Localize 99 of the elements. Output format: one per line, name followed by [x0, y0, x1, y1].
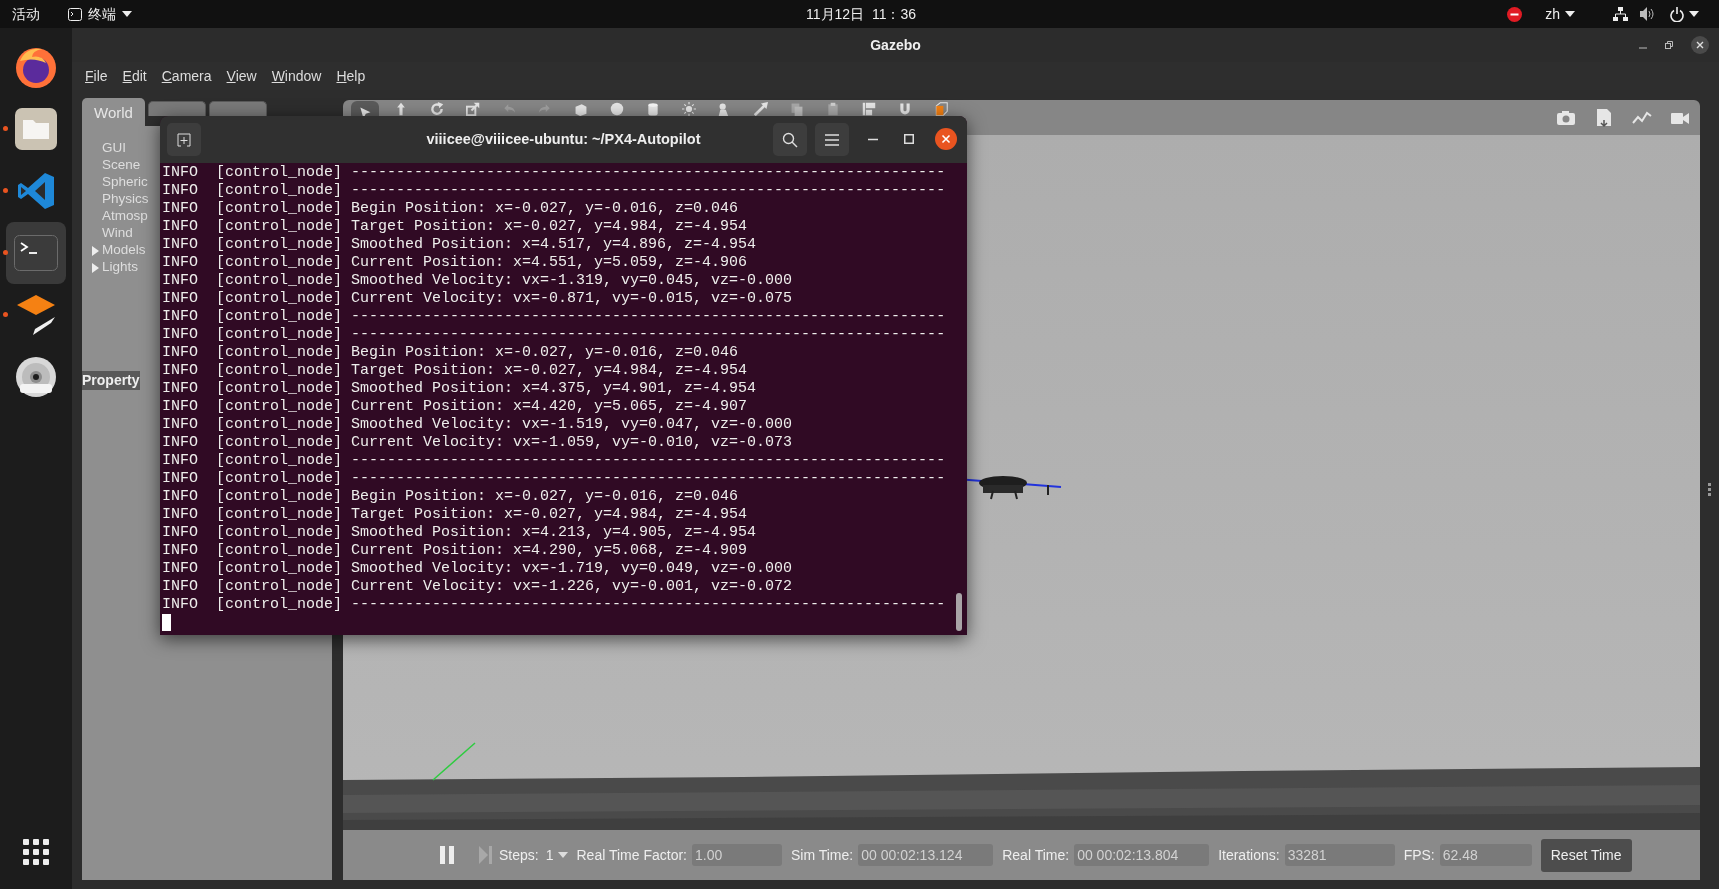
terminal-line: INFO [control_node] Current Position: x=4.290, y=5.068, z=-4.909 — [162, 542, 748, 560]
folder-icon — [15, 108, 57, 150]
reset-time-button[interactable]: Reset Time — [1540, 838, 1632, 872]
terminal-line: INFO [control_node] Current Position: x=4.420, y=5.065, z=-4.907 — [162, 398, 748, 416]
steps-label: Steps: — [499, 845, 539, 865]
property-header: Property — [82, 371, 140, 390]
do-not-disturb-icon[interactable] — [1507, 6, 1523, 22]
new-tab-icon — [177, 132, 191, 147]
restore-icon[interactable] — [1665, 41, 1673, 49]
activities-button[interactable]: 活动 — [12, 3, 40, 25]
terminal-line: INFO [control_node] Smoothed Position: x=4.213, y=4.905, z=-4.954 — [162, 524, 757, 542]
caret-icon — [1565, 11, 1575, 17]
terminal-line: INFO [control_node] Current Velocity: vx=-1.059, vy=-0.010, vz=-0.073 — [162, 434, 793, 452]
terminal-line: INFO [control_node] Current Velocity: vx=-1.226, vy=-0.001, vz=-0.072 — [162, 578, 793, 596]
menu-button[interactable] — [815, 123, 849, 156]
terminal-title: viiicee@viiicee-ubuntu: ~/PX4-Autopilot — [426, 129, 701, 149]
disc-icon — [15, 356, 57, 398]
panel-tab[interactable] — [208, 101, 267, 116]
terminal-line: INFO [control_node] Smoothed Velocity: vx=-1.319, vy=0.045, vz=-0.000 — [162, 272, 793, 290]
caret-icon — [122, 11, 132, 17]
caret-icon — [1689, 11, 1699, 17]
pause-icon[interactable] — [440, 846, 454, 864]
terminal-line: INFO [control_node] Target Position: x=-0.027, y=4.984, z=-4.954 — [162, 362, 748, 380]
terminal-line: INFO [control_node] Begin Position: x=-0.027, y=-0.016, z=0.046 — [162, 200, 739, 218]
align-icon — [862, 102, 876, 116]
terminal-line: INFO [control_node] Current Velocity: vx=-0.871, vy=-0.015, vz=-0.075 — [162, 290, 793, 308]
terminal-line: INFO [control_node] Target Position: x=-0.027, y=4.984, z=-4.954 — [162, 218, 748, 236]
expand-arrow-icon[interactable] — [92, 245, 99, 256]
terminal-line: INFO [control_node] ------------------------------------------------------------------ — [162, 470, 946, 488]
readout-label: FPS: — [1403, 845, 1435, 865]
readout-field: 1.00 — [692, 844, 782, 866]
menu-item[interactable]: Window — [271, 65, 322, 87]
terminal-line: INFO [control_node] ------------------------------------------------------------------ — [162, 326, 946, 344]
readout-label: Sim Time: — [791, 845, 854, 865]
terminal-icon — [68, 7, 82, 21]
paste-icon — [826, 102, 840, 116]
terminal-line: INFO [control_node] ------------------------------------------------------------------ — [162, 596, 946, 614]
panel-tab[interactable] — [147, 101, 206, 116]
search-icon — [782, 131, 798, 148]
menu-item[interactable]: File — [85, 65, 108, 87]
menu-item[interactable]: Camera — [161, 65, 212, 87]
expand-arrow-icon[interactable] — [92, 262, 99, 273]
terminal-line: INFO [control_node] Begin Position: x=-0.027, y=-0.016, z=0.046 — [162, 344, 739, 362]
menu-item[interactable]: Edit — [122, 65, 147, 87]
clock[interactable]: 11月12日 11：36 — [806, 3, 916, 25]
cylinder-icon — [646, 102, 660, 116]
terminal-line: INFO [control_node] Begin Position: x=-0.027, y=-0.016, z=0.046 — [162, 488, 739, 506]
app-menu-label: 终端 — [88, 4, 116, 24]
browser-icon — [14, 45, 58, 89]
power-icon — [1670, 6, 1684, 22]
scrollbar[interactable] — [956, 593, 962, 631]
app-menu[interactable]: 终端 — [68, 3, 132, 25]
close-icon[interactable] — [1691, 36, 1709, 54]
terminal-line: INFO [control_node] ------------------------------------------------------------------ — [162, 182, 946, 200]
terminal-line: INFO [control_node] Smoothed Position: x=4.375, y=4.901, z=-4.954 — [162, 380, 757, 398]
log-icon[interactable] — [1594, 108, 1614, 128]
sphere-icon — [610, 102, 624, 116]
terminal-line: INFO [control_node] ------------------------------------------------------------------ — [162, 308, 946, 326]
input-method-menu[interactable]: zh — [1545, 3, 1575, 25]
readout-field: 00 00:02:13.124 — [858, 844, 994, 866]
app-grid-icon[interactable] — [23, 839, 49, 865]
magnet-icon — [898, 102, 912, 116]
terminal-line: INFO [control_node] Smoothed Velocity: vx=-1.719, vy=0.049, vz=-0.000 — [162, 560, 793, 578]
camera-icon[interactable] — [1556, 108, 1576, 128]
terminal-line: INFO [control_node] ------------------------------------------------------------------ — [162, 452, 946, 470]
readout-label: Real Time Factor: — [576, 845, 687, 865]
network-icon[interactable] — [1613, 7, 1628, 21]
new-tab-button[interactable] — [167, 123, 201, 156]
caret-icon — [557, 852, 568, 858]
terminal-line: INFO [control_node] Current Position: x=4.551, y=5.059, z=-4.906 — [162, 254, 748, 272]
splitter-handle-icon[interactable] — [1708, 482, 1711, 497]
gazebo-icon — [15, 295, 57, 335]
close-icon[interactable] — [935, 128, 957, 150]
terminal-line: INFO [control_node] Smoothed Velocity: vx=-1.519, vy=0.047, vz=-0.000 — [162, 416, 793, 434]
readout-field: 00 00:02:13.804 — [1074, 844, 1210, 866]
view-angle-icon — [934, 102, 948, 116]
copy-icon — [790, 102, 804, 116]
minimize-icon[interactable] — [868, 138, 878, 141]
readout-field: 62.48 — [1439, 844, 1532, 866]
terminal-line: INFO [control_node] Smoothed Position: x=4.517, y=4.896, z=-4.954 — [162, 236, 757, 254]
power-menu[interactable] — [1670, 6, 1699, 22]
window-title: Gazebo — [870, 35, 921, 55]
input-method-label: zh — [1545, 4, 1560, 24]
scale-icon — [466, 102, 480, 116]
light-icon — [682, 102, 696, 116]
terminal-icon — [14, 235, 58, 271]
volume-icon[interactable] — [1640, 7, 1656, 21]
readout-label: Real Time: — [1002, 845, 1070, 865]
rotate-icon — [430, 102, 444, 116]
menu-icon — [825, 133, 839, 146]
readout-field: 33281 — [1284, 844, 1395, 866]
maximize-icon[interactable] — [904, 134, 914, 144]
menu-item[interactable]: Help — [336, 65, 366, 87]
menu-item[interactable]: View — [226, 65, 257, 87]
search-button[interactable] — [773, 123, 807, 156]
code-editor-icon — [16, 171, 56, 211]
terminal-line: INFO [control_node] ------------------------------------------------------------------ — [162, 164, 946, 182]
readout-label: Iterations: — [1218, 845, 1280, 865]
terminal-line: INFO [control_node] Target Position: x=-0.027, y=4.984, z=-4.954 — [162, 506, 748, 524]
